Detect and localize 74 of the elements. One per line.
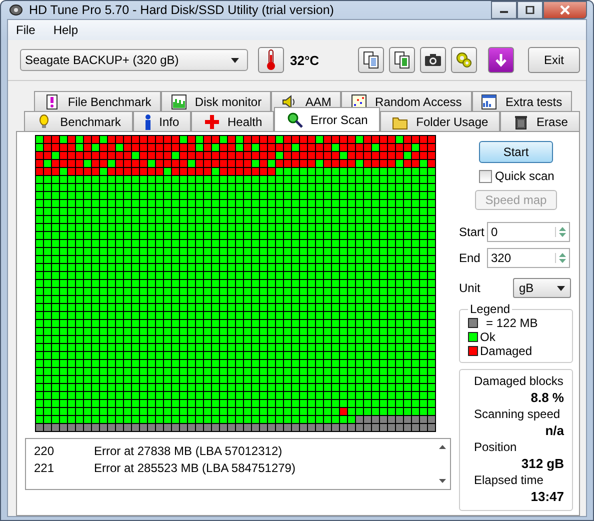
exit-button[interactable]: Exit (528, 47, 580, 73)
spin-up-icon[interactable] (559, 227, 566, 231)
documents-icon (394, 51, 410, 69)
log-message: Error at 285523 MB (LBA 584751279) (94, 460, 296, 474)
unit-dropdown[interactable]: gB (513, 278, 571, 298)
spin-down-icon[interactable] (559, 233, 566, 237)
documents-icon (363, 51, 379, 69)
drive-dropdown[interactable]: Seagate BACKUP+ (320 gB) (20, 49, 248, 71)
minimize-button[interactable] (491, 1, 517, 19)
close-button[interactable] (543, 1, 587, 19)
scroll-up-icon[interactable] (438, 445, 446, 449)
close-icon (559, 5, 571, 15)
log-number: 220 (34, 444, 56, 458)
log-message: Error at 27838 MB (LBA 57012312) (94, 444, 282, 458)
spin-down-icon[interactable] (559, 259, 566, 263)
field-label: Unit (459, 281, 482, 295)
spin-up-icon[interactable] (559, 253, 566, 257)
tab[interactable]: Disk monitor (161, 91, 272, 111)
tab[interactable]: Info (133, 111, 192, 131)
stat-label: Position (474, 440, 518, 455)
chart-icon (481, 94, 498, 110)
maximize-icon (525, 6, 535, 14)
coins-icon (455, 51, 473, 69)
number-field[interactable]: 320 (487, 248, 570, 268)
copy-text-button[interactable] (358, 47, 384, 73)
speaker-icon (281, 94, 298, 110)
document-icon (44, 94, 60, 110)
window-title: HD Tune Pro 5.70 - Hard Disk/SSD Utility (trial version) (29, 3, 334, 17)
field-label: Start (459, 225, 483, 239)
stat-value: 312 gB (520, 455, 564, 472)
stat-label: Scanning speed (474, 407, 562, 422)
temperature-button[interactable] (258, 47, 284, 73)
bar-chart-icon (170, 94, 187, 110)
tab[interactable]: Benchmark (24, 111, 134, 131)
tab[interactable]: Random Access (341, 91, 472, 111)
legend-label: = 122 MB (486, 316, 538, 330)
save-button[interactable] (488, 47, 514, 73)
number-field[interactable]: 0 (487, 222, 570, 242)
stat-value: 8.8 % (530, 389, 564, 406)
menu-item[interactable]: File (16, 23, 36, 37)
info-icon (145, 114, 152, 130)
dropdown-arrow-icon (231, 58, 239, 62)
stat-label: Elapsed time (474, 473, 544, 488)
dropdown-arrow-icon (557, 286, 565, 290)
maximize-button[interactable] (517, 1, 543, 19)
screenshot-button[interactable] (420, 47, 446, 73)
tab[interactable]: File Benchmark (34, 91, 162, 111)
temperature-reading: 32°C (290, 52, 320, 68)
tab[interactable]: Folder Usage (380, 111, 500, 131)
camera-icon (424, 53, 442, 67)
quick-scan-checkbox[interactable]: Quick scan (479, 169, 573, 183)
tab[interactable]: Extra tests (472, 91, 572, 111)
stat-value: 13:47 (530, 488, 564, 505)
legend-title: Legend (469, 302, 512, 316)
log-number: 221 (34, 460, 56, 474)
field-label: End (459, 251, 482, 265)
menu-item[interactable]: Help (53, 23, 78, 37)
scroll-down-icon[interactable] (438, 479, 446, 483)
copy-all-button[interactable] (389, 47, 415, 73)
thermometer-icon (266, 49, 276, 71)
stat-value: n/a (544, 422, 564, 439)
stat-label: Damaged blocks (474, 374, 564, 389)
tab[interactable]: Health (191, 111, 274, 131)
tab[interactable]: Erase (500, 111, 580, 131)
tab[interactable]: Error Scan (274, 107, 380, 131)
start-button[interactable]: Start (479, 141, 553, 163)
options-button[interactable] (451, 47, 477, 73)
legend-label: Damaged (480, 344, 532, 358)
down-arrow-icon (495, 53, 507, 67)
scatter-plot-icon (351, 94, 368, 110)
medical-cross-icon (204, 114, 220, 130)
magnifier-icon (286, 112, 302, 128)
legend-label: Ok (480, 330, 496, 344)
disk-icon (9, 3, 23, 17)
